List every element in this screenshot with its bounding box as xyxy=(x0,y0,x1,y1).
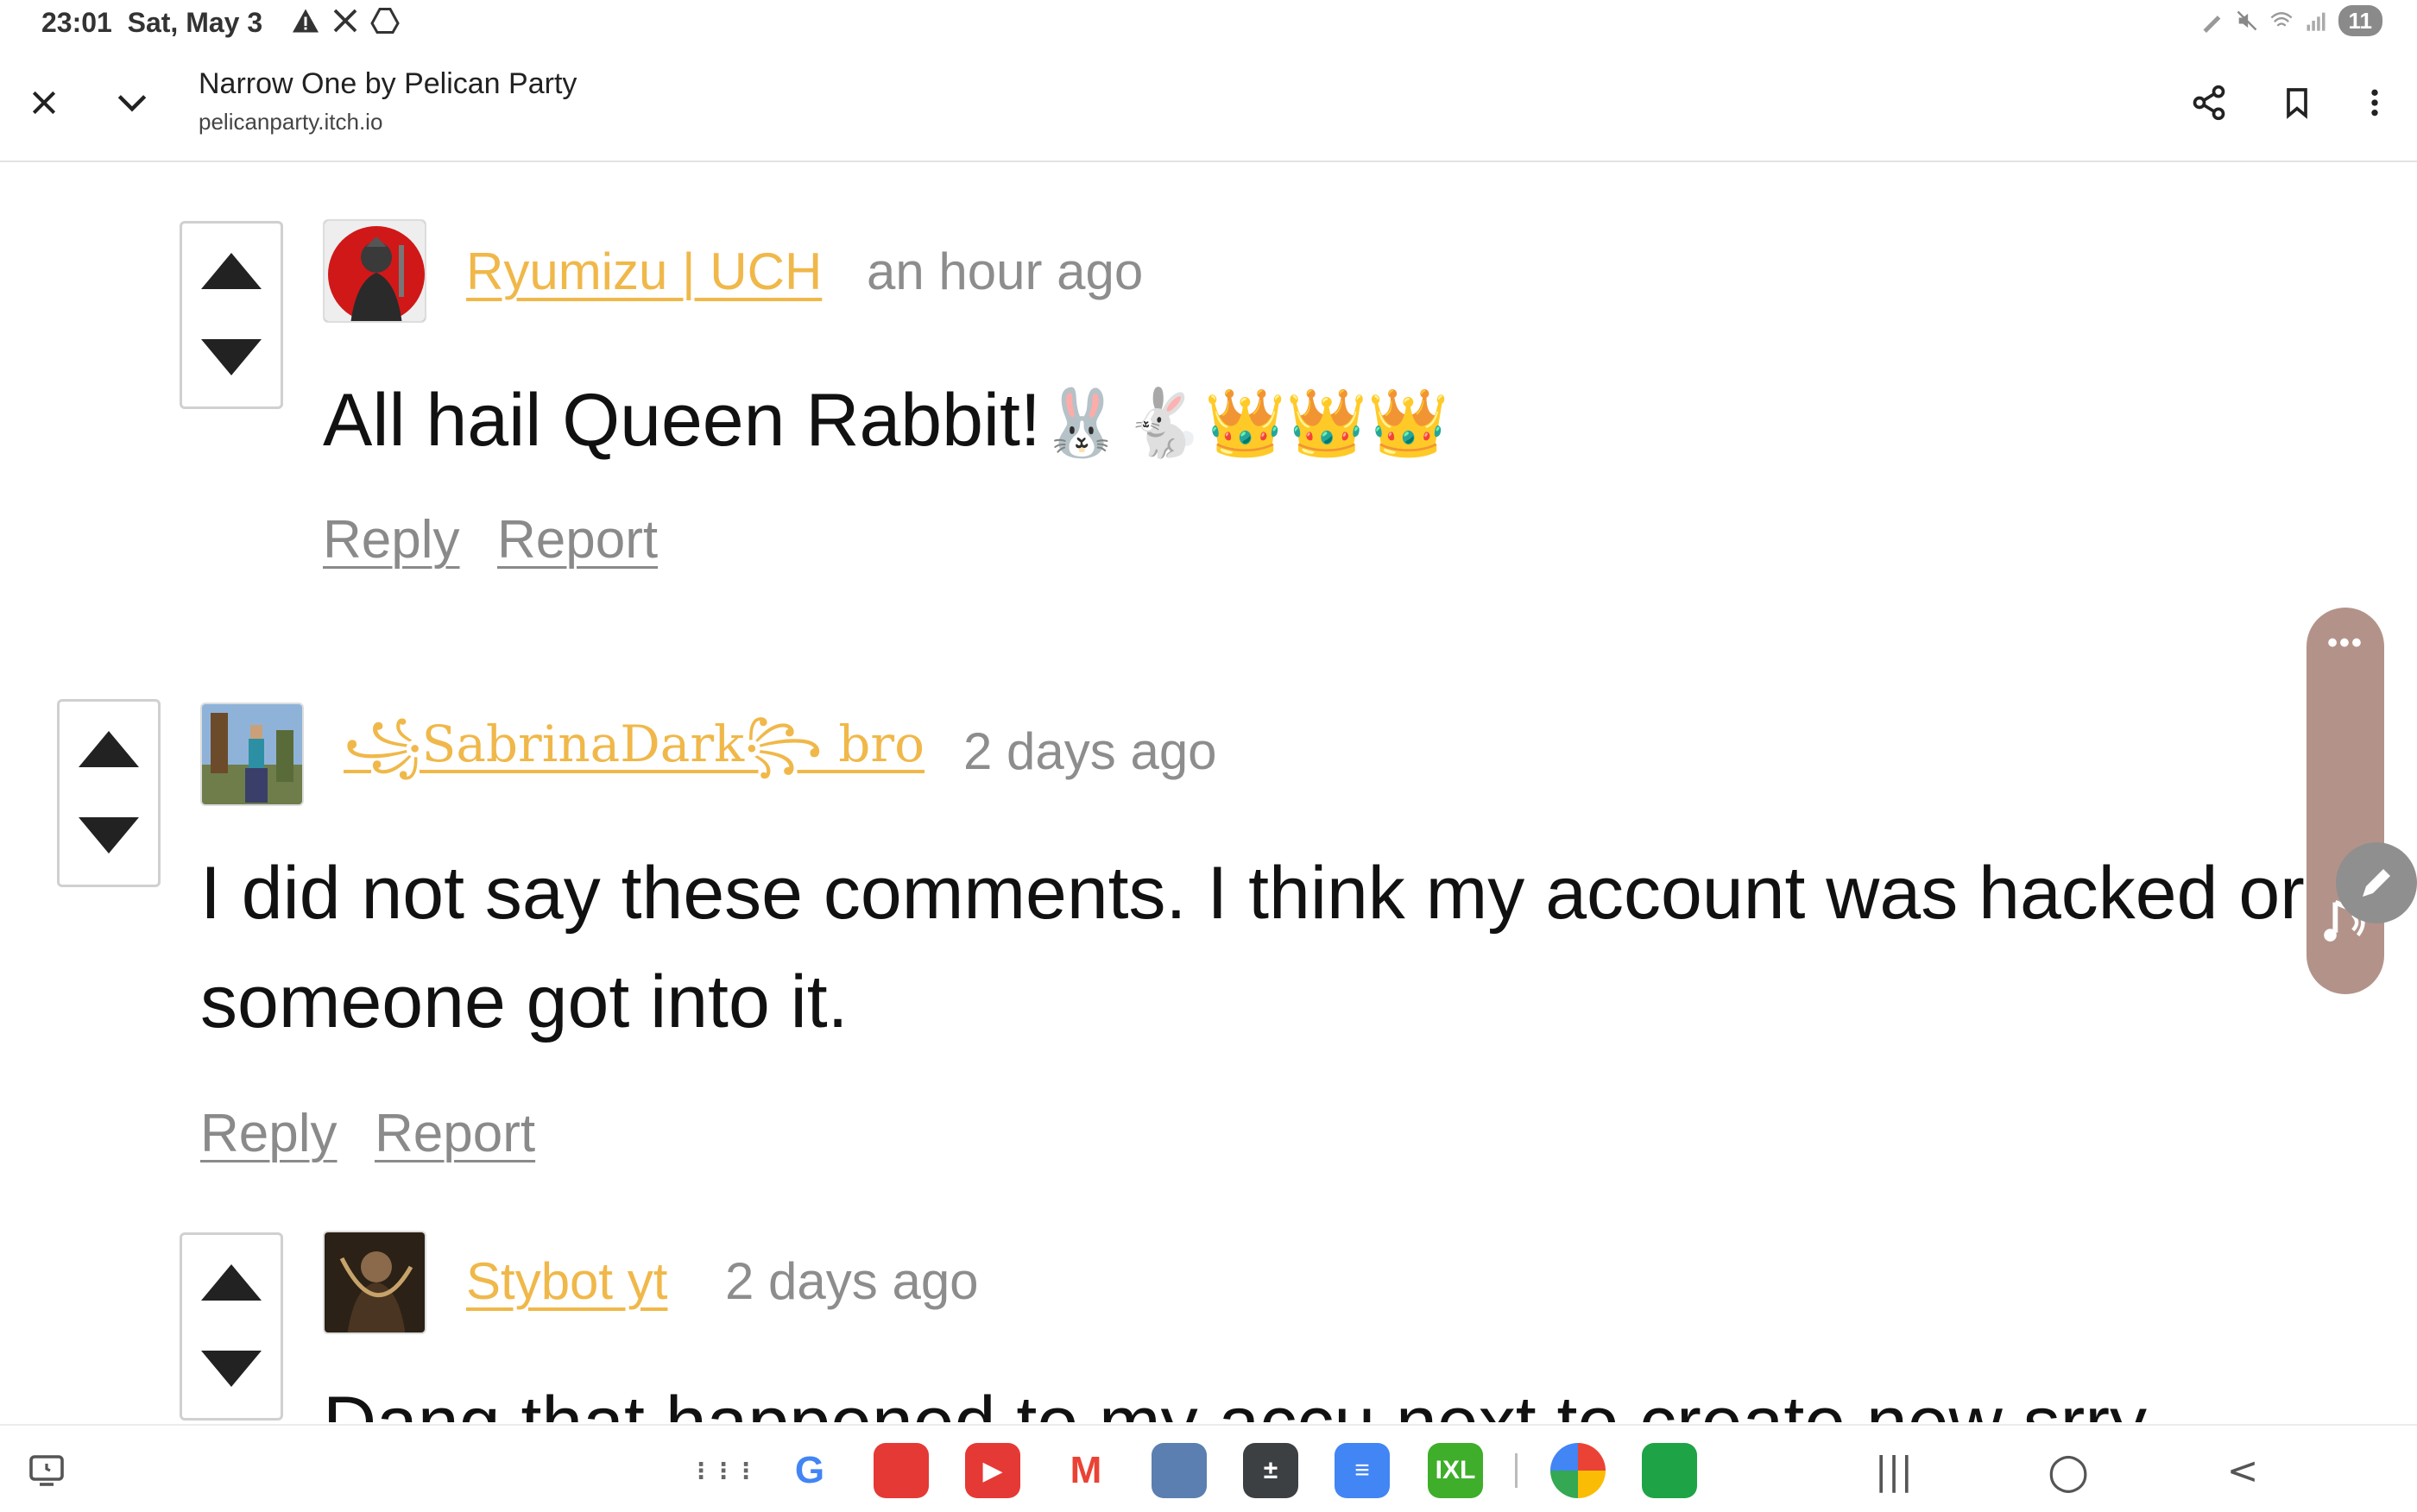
comment-time: 2 days ago xyxy=(725,1252,979,1310)
reply-link[interactable]: Reply xyxy=(200,1103,338,1164)
status-icons-left xyxy=(290,5,401,36)
app-ixl-button[interactable]: IXL xyxy=(1428,1443,1483,1498)
pen-edit-button[interactable] xyxy=(2336,842,2417,923)
avatar[interactable] xyxy=(200,702,304,806)
back-nav-button[interactable]: < xyxy=(2215,1443,2270,1498)
downvote-arrow-icon[interactable] xyxy=(199,1347,263,1390)
app-photos-button[interactable] xyxy=(1550,1443,1606,1498)
avatar[interactable] xyxy=(323,1231,426,1334)
taskbar: ⋮⋮⋮ G ▶ M ± ≡ IXL ||| ○ < xyxy=(0,1424,2417,1512)
comment-text-line: someone got into it. xyxy=(200,961,849,1043)
comment-time: an hour ago xyxy=(867,243,1144,300)
avatar-image xyxy=(325,1232,425,1332)
chevron-down-icon xyxy=(117,95,147,112)
signal-icon xyxy=(2307,12,2325,31)
comment-text-line: All hail Queen Rabbit! xyxy=(323,379,1041,462)
share-icon xyxy=(2193,85,2225,121)
app-google-button[interactable]: G xyxy=(782,1443,837,1498)
comment-body: All hail Queen Rabbit!🐰🐇👑👑👑 xyxy=(323,366,1449,477)
photos-icon xyxy=(1550,1443,1606,1498)
author-link[interactable]: Ryumizu | UCH xyxy=(466,242,822,301)
google-icon: G xyxy=(782,1443,837,1498)
minimize-tab-button[interactable] xyxy=(102,72,162,133)
app-app-drawer-button[interactable]: ⋮⋮⋮ xyxy=(690,1443,757,1498)
report-link[interactable]: Report xyxy=(375,1103,535,1164)
upvote-arrow-icon[interactable] xyxy=(199,249,263,293)
vote-box xyxy=(57,699,161,887)
browser-custom-tab-header: Narrow One by Pelican Party pelicanparty… xyxy=(0,47,2417,162)
comments-list: Ryumizu | UCH an hour ago All hail Queen… xyxy=(0,164,2417,1422)
status-bar: 23:01 Sat, May 3 11 xyxy=(0,0,2417,47)
battery-indicator: 11 xyxy=(2338,5,2382,36)
recents-nav-button[interactable]: ||| xyxy=(1866,1443,1922,1498)
more-options-button[interactable] xyxy=(2344,72,2405,133)
home-nav-button[interactable]: ○ xyxy=(2041,1442,2096,1499)
app-docs-button[interactable]: ≡ xyxy=(1335,1443,1390,1498)
recent-apps-clock-button[interactable] xyxy=(19,1443,74,1498)
app-game-button[interactable] xyxy=(1152,1443,1207,1498)
alert-icon xyxy=(293,9,319,33)
app-classroom-button[interactable] xyxy=(1642,1443,1697,1498)
app-drawer-icon: ⋮⋮⋮ xyxy=(690,1457,757,1484)
upvote-arrow-icon[interactable] xyxy=(77,728,141,771)
recents-icon: ||| xyxy=(1874,1448,1914,1493)
app-notes-button[interactable] xyxy=(874,1443,929,1498)
drive-icon xyxy=(370,8,400,34)
close-icon xyxy=(32,91,56,115)
status-time: 23:01 Sat, May 3 xyxy=(41,7,263,38)
app-calculator-button[interactable]: ± xyxy=(1243,1443,1298,1498)
taskbar-divider xyxy=(1507,1443,1524,1498)
close-tab-button[interactable] xyxy=(14,72,74,133)
upvote-arrow-icon[interactable] xyxy=(199,1261,263,1304)
downvote-arrow-icon[interactable] xyxy=(77,814,141,857)
wifi-icon xyxy=(2270,12,2292,27)
page-title: Narrow One by Pelican Party xyxy=(199,67,577,100)
pen-icon xyxy=(2203,16,2220,33)
bookmark-button[interactable] xyxy=(2267,72,2327,133)
status-icons-right: 11 xyxy=(2200,5,2382,36)
reply-link[interactable]: Reply xyxy=(323,509,460,570)
more-dots-icon[interactable]: ••• xyxy=(2307,627,2384,660)
comment-body: I did not say these comments. I think my… xyxy=(200,839,2305,1056)
avatar[interactable] xyxy=(323,219,426,323)
avatar-image xyxy=(202,704,302,804)
notes-icon xyxy=(874,1443,929,1498)
bookmark-icon xyxy=(2287,88,2307,119)
gmail-icon: M xyxy=(1058,1443,1114,1498)
youtube-music-icon: ▶ xyxy=(965,1443,1020,1498)
more-vert-icon xyxy=(2371,89,2378,117)
author-link[interactable]: Stybot yt xyxy=(466,1251,667,1311)
close-x-icon xyxy=(333,9,357,33)
recent-apps-clock-icon xyxy=(29,1455,64,1486)
pen-edit-icon xyxy=(2363,869,2390,897)
home-icon: ○ xyxy=(2047,1442,2090,1499)
app-gmail-button[interactable]: M xyxy=(1058,1443,1114,1498)
ixl-icon: IXL xyxy=(1428,1443,1483,1498)
page-url: pelicanparty.itch.io xyxy=(199,109,383,135)
comment-body: Dang that happened to my accu next to cr… xyxy=(323,1369,2147,1422)
downvote-arrow-icon[interactable] xyxy=(199,336,263,379)
avatar-image xyxy=(325,221,425,321)
classroom-icon xyxy=(1642,1443,1697,1498)
calculator-icon: ± xyxy=(1243,1443,1298,1498)
docs-icon: ≡ xyxy=(1335,1443,1390,1498)
mute-icon xyxy=(2237,10,2256,31)
share-button[interactable] xyxy=(2179,72,2239,133)
game-icon xyxy=(1152,1443,1207,1498)
comment-text-line: I did not say these comments. I think my… xyxy=(200,852,2305,935)
report-link[interactable]: Report xyxy=(497,509,658,570)
back-icon: < xyxy=(2226,1448,2259,1493)
author-link[interactable]: ꧁SabrinaDark꧂ bro xyxy=(344,706,925,808)
comment-emoji: 🐰🐇👑👑👑 xyxy=(1040,384,1449,461)
comment-text-line: Dang that happened to my accu next to cr… xyxy=(323,1369,2147,1422)
comment-time: 2 days ago xyxy=(963,722,1217,780)
app-youtube-music-button[interactable]: ▶ xyxy=(965,1443,1020,1498)
vote-box xyxy=(180,221,283,409)
floating-side-panel: ••• xyxy=(2307,608,2384,994)
vote-box xyxy=(180,1232,283,1421)
